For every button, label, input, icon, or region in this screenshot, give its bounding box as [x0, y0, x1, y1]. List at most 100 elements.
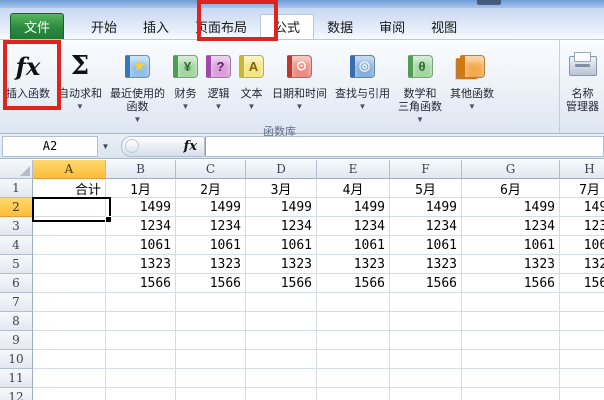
logical-button[interactable]: ? 逻辑 ▼ — [202, 43, 235, 125]
cell-E1[interactable]: 4月 — [317, 179, 390, 198]
cell-G6[interactable]: 1566 — [462, 274, 560, 293]
chevron-down-icon[interactable]: ▼ — [182, 103, 190, 111]
column-header-G[interactable]: G — [462, 160, 560, 179]
cell-F11[interactable] — [390, 369, 462, 388]
cell-B6[interactable]: 1566 — [106, 274, 176, 293]
cell-B9[interactable] — [106, 331, 176, 350]
cell-F6[interactable]: 1566 — [390, 274, 462, 293]
cell-E5[interactable]: 1323 — [317, 255, 390, 274]
cell-B2[interactable]: 1499 — [106, 198, 176, 217]
cell-C5[interactable]: 1323 — [176, 255, 246, 274]
cell-H11[interactable] — [560, 369, 604, 388]
cell-H12[interactable] — [560, 388, 604, 400]
recently-used-functions-button[interactable]: ★ 最近使用的 函数 ▼ — [106, 43, 169, 125]
cell-G10[interactable] — [462, 350, 560, 369]
chevron-down-icon[interactable]: ▼ — [134, 116, 142, 124]
row-header-11[interactable]: 11 — [0, 369, 33, 388]
cell-G7[interactable] — [462, 293, 560, 312]
cell-H1[interactable]: 7月 — [560, 179, 604, 198]
cell-H4[interactable]: 1061 — [560, 236, 604, 255]
column-header-B[interactable]: B — [106, 160, 176, 179]
cell-B7[interactable] — [106, 293, 176, 312]
column-header-E[interactable]: E — [317, 160, 390, 179]
column-header-C[interactable]: C — [176, 160, 246, 179]
tab-review[interactable]: 审阅 — [366, 14, 418, 39]
cell-B12[interactable] — [106, 388, 176, 400]
cell-F8[interactable] — [390, 312, 462, 331]
row-header-9[interactable]: 9 — [0, 331, 33, 350]
cell-A10[interactable] — [33, 350, 106, 369]
cell-A12[interactable] — [33, 388, 106, 400]
cell-D2[interactable]: 1499 — [246, 198, 317, 217]
cell-H2[interactable]: 1499 — [560, 198, 604, 217]
cell-G3[interactable]: 1234 — [462, 217, 560, 236]
chevron-down-icon[interactable]: ▼ — [468, 103, 476, 111]
autosum-button[interactable]: Σ 自动求和 ▼ — [54, 43, 106, 125]
cell-B11[interactable] — [106, 369, 176, 388]
row-header-7[interactable]: 7 — [0, 293, 33, 312]
math-and-trig-button[interactable]: θ 数学和 三角函数 ▼ — [394, 43, 446, 125]
more-functions-button[interactable]: 其他函数 ▼ — [446, 43, 498, 125]
date-and-time-button[interactable]: ⊙ 日期和时间 ▼ — [268, 43, 331, 125]
cell-C1[interactable]: 2月 — [176, 179, 246, 198]
cell-A6[interactable] — [33, 274, 106, 293]
cell-F3[interactable]: 1234 — [390, 217, 462, 236]
cell-D7[interactable] — [246, 293, 317, 312]
name-box-dropdown-icon[interactable]: ▼ — [98, 137, 113, 156]
cell-H6[interactable]: 1566 — [560, 274, 604, 293]
cell-D3[interactable]: 1234 — [246, 217, 317, 236]
cell-C12[interactable] — [176, 388, 246, 400]
cell-D12[interactable] — [246, 388, 317, 400]
cell-H9[interactable] — [560, 331, 604, 350]
row-header-8[interactable]: 8 — [0, 312, 33, 331]
cell-E10[interactable] — [317, 350, 390, 369]
row-header-10[interactable]: 10 — [0, 350, 33, 369]
cell-H5[interactable]: 1323 — [560, 255, 604, 274]
tab-file[interactable]: 文件 — [10, 13, 64, 39]
cell-F12[interactable] — [390, 388, 462, 400]
cell-D8[interactable] — [246, 312, 317, 331]
cell-F7[interactable] — [390, 293, 462, 312]
cell-G5[interactable]: 1323 — [462, 255, 560, 274]
cell-B1[interactable]: 1月 — [106, 179, 176, 198]
cell-E6[interactable]: 1566 — [317, 274, 390, 293]
name-box[interactable]: A2 — [2, 135, 98, 157]
cell-C11[interactable] — [176, 369, 246, 388]
cell-G8[interactable] — [462, 312, 560, 331]
cell-E7[interactable] — [317, 293, 390, 312]
cell-D5[interactable]: 1323 — [246, 255, 317, 274]
cell-H7[interactable] — [560, 293, 604, 312]
cell-A11[interactable] — [33, 369, 106, 388]
row-header-4[interactable]: 4 — [0, 236, 33, 255]
cell-G2[interactable]: 1499 — [462, 198, 560, 217]
cell-B3[interactable]: 1234 — [106, 217, 176, 236]
cell-E4[interactable]: 1061 — [317, 236, 390, 255]
tab-formulas[interactable]: 公式 — [260, 14, 315, 39]
cell-D6[interactable]: 1566 — [246, 274, 317, 293]
cell-A7[interactable] — [33, 293, 106, 312]
name-manager-button[interactable]: 名称 管理器 — [562, 43, 603, 116]
cell-B10[interactable] — [106, 350, 176, 369]
cell-E2[interactable]: 1499 — [317, 198, 390, 217]
cell-D1[interactable]: 3月 — [246, 179, 317, 198]
chevron-down-icon[interactable]: ▼ — [416, 116, 424, 124]
column-header-H[interactable]: H — [560, 160, 604, 179]
insert-function-button[interactable]: fx 插入函数 — [2, 43, 54, 125]
cell-A5[interactable] — [33, 255, 106, 274]
cell-D9[interactable] — [246, 331, 317, 350]
formula-input[interactable] — [205, 135, 604, 157]
cell-F4[interactable]: 1061 — [390, 236, 462, 255]
cell-C8[interactable] — [176, 312, 246, 331]
cell-A1[interactable]: 合计 — [33, 179, 106, 198]
cell-C10[interactable] — [176, 350, 246, 369]
chevron-down-icon[interactable]: ▼ — [248, 103, 256, 111]
cell-A8[interactable] — [33, 312, 106, 331]
row-header-6[interactable]: 6 — [0, 274, 33, 293]
cell-F1[interactable]: 5月 — [390, 179, 462, 198]
column-header-A[interactable]: A — [33, 160, 106, 179]
cell-G1[interactable]: 6月 — [462, 179, 560, 198]
chevron-down-icon[interactable]: ▼ — [76, 103, 84, 111]
cell-F2[interactable]: 1499 — [390, 198, 462, 217]
text-button[interactable]: A 文本 ▼ — [235, 43, 268, 125]
cell-G11[interactable] — [462, 369, 560, 388]
